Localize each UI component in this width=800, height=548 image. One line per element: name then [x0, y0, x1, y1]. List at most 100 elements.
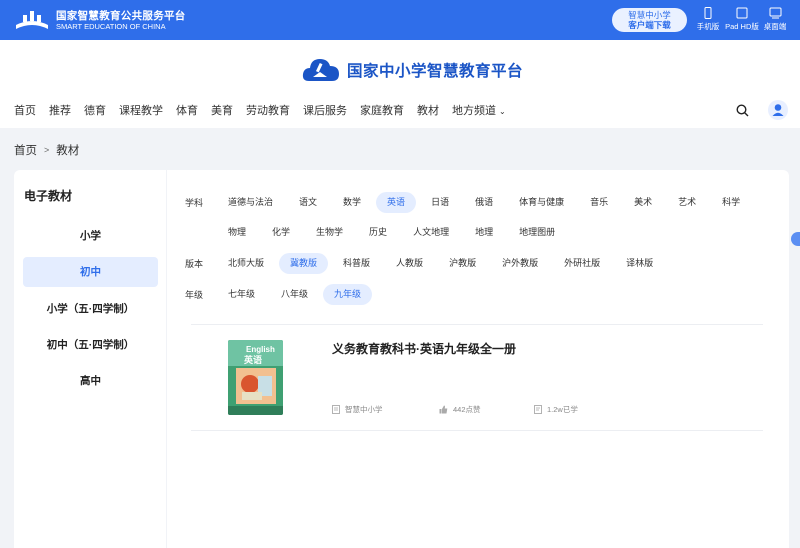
- subject-chip[interactable]: 科学: [711, 192, 751, 213]
- nav-labor[interactable]: 劳动教育: [246, 102, 290, 118]
- client-button-line1: 智慧中小学: [628, 10, 671, 20]
- book-likes-text: 442点赞: [453, 405, 481, 414]
- book-cover-image: English 英语: [228, 340, 283, 415]
- edition-chip[interactable]: 译林版: [615, 253, 664, 274]
- site-header: 国家中小学智慧教育平台 首页 推荐 德育 课程教学 体育 美育 劳动教育 课后服…: [0, 40, 800, 128]
- subject-chip[interactable]: 数学: [332, 192, 372, 213]
- top-bar: 国家智慧教育公共服务平台 SMART EDUCATION OF CHINA 智慧…: [0, 0, 800, 40]
- desktop-icon: [769, 7, 781, 19]
- subject-chip[interactable]: 人文地理: [402, 222, 460, 243]
- logo-icon: [16, 11, 48, 29]
- grade-filter-row: 年级 七年级 八年级 九年级: [185, 283, 376, 305]
- subject-chip[interactable]: 语文: [288, 192, 328, 213]
- edition-chip[interactable]: 外研社版: [553, 253, 611, 274]
- device-phone-label: 手机版: [696, 22, 720, 31]
- search-icon[interactable]: [736, 104, 749, 117]
- brand-logo[interactable]: 国家中小学智慧教育平台: [301, 54, 523, 86]
- brand-title: 国家中小学智慧教育平台: [347, 63, 524, 80]
- device-desktop-label: 桌面端: [763, 22, 787, 31]
- book-likes: 442点赞: [439, 404, 481, 415]
- content-panel: 学科 道德与法治 语文 数学 英语 日语 俄语 体育与健康 音乐 美术 艺术 科…: [167, 170, 789, 548]
- stage-primary[interactable]: 小学: [23, 221, 158, 251]
- subject-chip[interactable]: 物理: [217, 222, 257, 243]
- divider: [191, 430, 763, 431]
- cloud-book-icon: [302, 59, 339, 81]
- tablet-icon: [736, 7, 748, 19]
- nav-local-label: 地方频道: [452, 105, 496, 117]
- edition-chip[interactable]: 沪教版: [438, 253, 487, 274]
- subject-chip[interactable]: 地理: [464, 222, 504, 243]
- subject-chip[interactable]: 地理图册: [508, 222, 566, 243]
- stage-senior[interactable]: 高中: [23, 366, 158, 396]
- subject-chip[interactable]: 化学: [261, 222, 301, 243]
- subject-chip[interactable]: 历史: [358, 222, 398, 243]
- nav-home[interactable]: 首页: [14, 102, 36, 118]
- edition-chip[interactable]: 科普版: [332, 253, 381, 274]
- chevron-down-icon: ⌄: [499, 107, 506, 116]
- panel-title: 电子教材: [24, 189, 73, 203]
- user-icon: [772, 104, 784, 116]
- book-source: 智慧中小学: [332, 404, 383, 415]
- client-download-button[interactable]: 智慧中小学 客户端下载: [612, 8, 687, 32]
- edition-chip[interactable]: 沪外教版: [491, 253, 549, 274]
- subject-chip[interactable]: 道德与法治: [217, 192, 284, 213]
- client-button-line2: 客户端下载: [628, 20, 671, 30]
- study-icon: [534, 405, 542, 414]
- subject-chip[interactable]: 艺术: [667, 192, 707, 213]
- document-icon: [332, 405, 340, 414]
- subject-chip[interactable]: 音乐: [579, 192, 619, 213]
- grade-label: 年级: [185, 289, 204, 300]
- grade-chip-selected[interactable]: 九年级: [323, 283, 373, 305]
- edition-chip[interactable]: 北师大版: [217, 253, 275, 274]
- nav-moral[interactable]: 德育: [84, 102, 106, 118]
- logo-subtitle: SMART EDUCATION OF CHINA: [56, 22, 166, 31]
- edition-filter-row: 版本 北师大版 冀教版 科普版 人教版 沪教版 沪外教版 外研社版 译林版: [185, 252, 668, 274]
- stage-junior-54[interactable]: 初中（五·四学制）: [23, 330, 158, 360]
- divider: [191, 324, 763, 325]
- subject-chip[interactable]: 生物学: [305, 222, 354, 243]
- nav-textbooks[interactable]: 教材: [417, 102, 439, 118]
- nav-recommend[interactable]: 推荐: [49, 102, 71, 118]
- subject-chip[interactable]: 日语: [420, 192, 460, 213]
- book-learned-text: 1.2w已学: [547, 405, 578, 414]
- nav-courses[interactable]: 课程教学: [119, 102, 163, 118]
- stage-junior[interactable]: 初中: [23, 257, 158, 287]
- nav-arts[interactable]: 美育: [211, 102, 233, 118]
- grade-chip[interactable]: 八年级: [270, 284, 319, 305]
- grade-chip[interactable]: 七年级: [217, 284, 266, 305]
- main-nav: 首页 推荐 德育 课程教学 体育 美育 劳动教育 课后服务 家庭教育 教材 地方…: [14, 102, 519, 118]
- book-learned: 1.2w已学: [534, 404, 578, 415]
- breadcrumb-current: 教材: [56, 145, 80, 157]
- subject-label: 学科: [185, 197, 204, 208]
- book-cover[interactable]: English 英语: [228, 340, 283, 415]
- nav-sports[interactable]: 体育: [176, 102, 198, 118]
- breadcrumb-home[interactable]: 首页: [14, 142, 37, 158]
- subject-filter-row-2: 物理 化学 生物学 历史 人文地理 地理 地理图册: [185, 221, 570, 243]
- phone-icon: [704, 7, 712, 19]
- breadcrumb-separator: >: [44, 145, 50, 155]
- nav-family[interactable]: 家庭教育: [360, 102, 404, 118]
- book-title[interactable]: 义务教育教科书·英语九年级全一册: [332, 340, 516, 357]
- cover-cn: 英语: [243, 354, 262, 365]
- edition-chip[interactable]: 人教版: [385, 253, 434, 274]
- stage-panel: 电子教材 小学 初中 小学（五·四学制） 初中（五·四学制） 高中: [14, 170, 166, 548]
- device-pad-label: Pad HD版: [725, 22, 759, 31]
- device-desktop[interactable]: 桌面端: [755, 7, 795, 32]
- stage-primary-54[interactable]: 小学（五·四学制）: [23, 294, 158, 324]
- logo-title: 国家智慧教育公共服务平台: [56, 10, 186, 22]
- edition-label: 版本: [185, 258, 204, 269]
- cover-word: English: [246, 345, 275, 354]
- subject-chip[interactable]: 俄语: [464, 192, 504, 213]
- nav-afterschool[interactable]: 课后服务: [303, 102, 347, 118]
- user-avatar[interactable]: [768, 100, 788, 120]
- nav-local[interactable]: 地方频道 ⌄: [452, 102, 506, 118]
- thumbs-up-icon: [439, 405, 448, 414]
- book-source-text: 智慧中小学: [345, 405, 383, 414]
- subject-chip[interactable]: 体育与健康: [508, 192, 575, 213]
- subject-filter-row: 学科 道德与法治 语文 数学 英语 日语 俄语 体育与健康 音乐 美术 艺术 科…: [185, 191, 755, 213]
- breadcrumb: 首页 > 教材: [14, 142, 79, 158]
- subject-chip-selected[interactable]: 英语: [376, 191, 417, 213]
- edition-chip-selected[interactable]: 冀教版: [279, 252, 329, 274]
- subject-chip[interactable]: 美术: [623, 192, 663, 213]
- side-float-tab[interactable]: [791, 232, 800, 246]
